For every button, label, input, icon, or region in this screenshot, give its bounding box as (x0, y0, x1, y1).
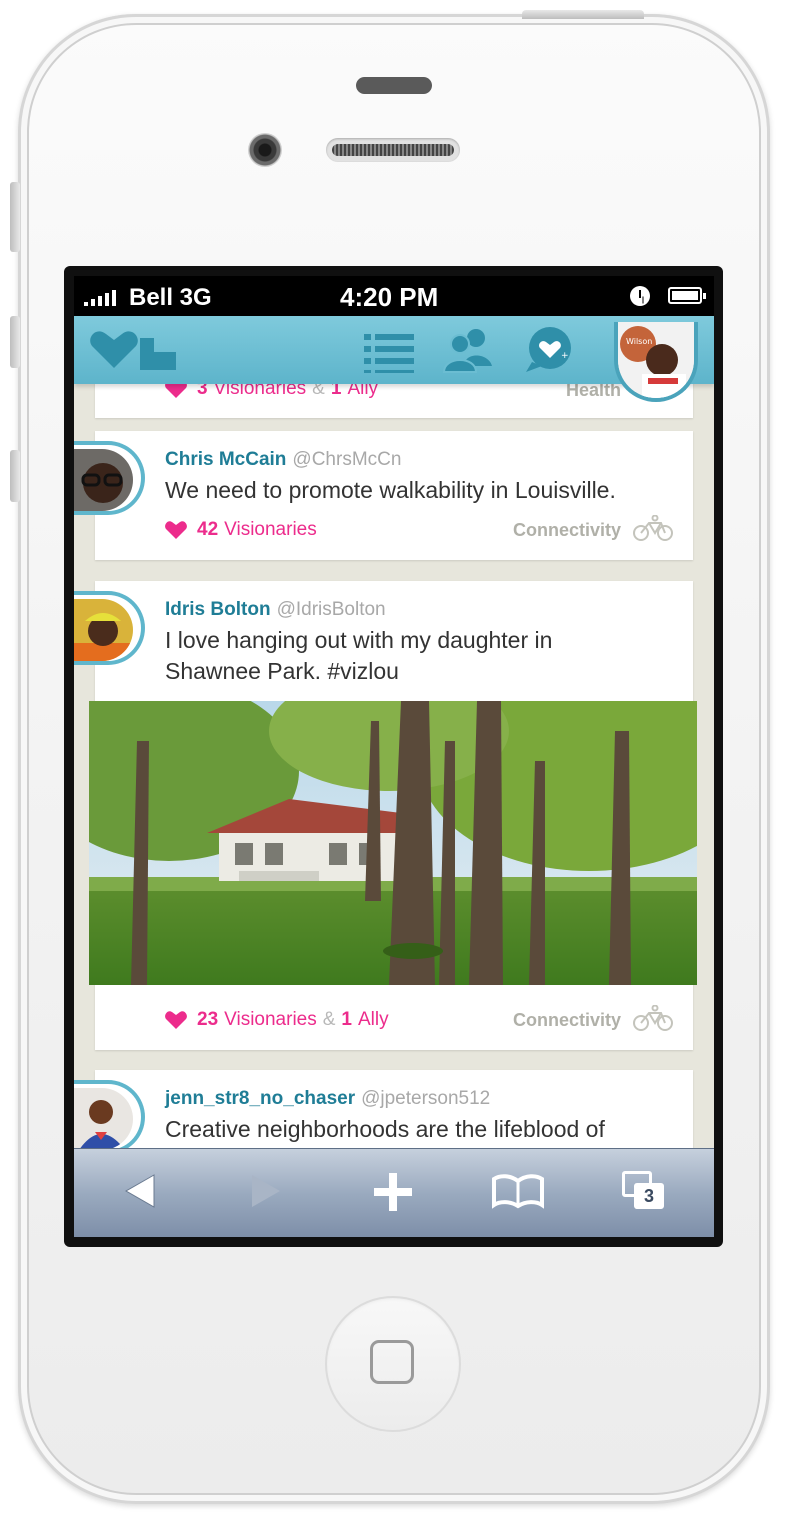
post-text: We need to promote walkability in Louisv… (165, 477, 616, 503)
forward-icon[interactable] (250, 1173, 282, 1209)
author-handle[interactable]: @jpeterson512 (361, 1088, 490, 1109)
author-handle[interactable]: @ChrsMcCn (292, 449, 401, 470)
volume-down-button (10, 450, 20, 502)
signal-strength-icon (84, 290, 116, 306)
avatar[interactable] (74, 441, 145, 515)
sensor-slot (356, 77, 432, 94)
tabs-count: 3 (634, 1183, 664, 1209)
allies-count: 1 (330, 384, 342, 399)
visionaries-label[interactable]: Visionaries (214, 384, 307, 400)
post-card[interactable]: Chris McCain @ChrsMcCn We need to promote… (74, 431, 693, 560)
visionaries-count: 42 (197, 519, 219, 540)
screen: Bell 3G 4:20 PM + Wilson 3 Visionaries &… (74, 276, 714, 1237)
app-logo-icon[interactable] (88, 328, 180, 372)
post-author: Chris McCain @ChrsMcCn (165, 449, 401, 471)
home-square-icon (370, 1340, 414, 1384)
allies-count: 1 (341, 1009, 352, 1030)
park-pavilion-photo-icon (89, 701, 697, 985)
speech-heart-icon[interactable]: + (522, 326, 578, 374)
post-card[interactable]: Idris Bolton @IdrisBolton I love hanging … (74, 581, 697, 1050)
carrier-label: Bell 3G (129, 284, 212, 311)
svg-text:Wilson: Wilson (626, 337, 652, 346)
author-name[interactable]: Chris McCain (165, 449, 286, 470)
app-header: + Wilson (74, 316, 714, 402)
post-text: Creative neighborhoods are the lifeblood… (165, 1116, 605, 1142)
alarm-clock-icon (630, 286, 650, 306)
allies-label[interactable]: Ally (358, 1009, 389, 1031)
author-handle[interactable]: @IdrisBolton (277, 599, 386, 620)
bicycle-icon (633, 1005, 673, 1031)
author-name[interactable]: jenn_str8_no_chaser (165, 1088, 355, 1109)
avatar[interactable] (74, 1080, 145, 1148)
visionaries-label[interactable]: Visionaries (224, 1009, 317, 1031)
add-icon[interactable] (374, 1173, 412, 1211)
visionaries-count: 23 (197, 1009, 219, 1030)
post-category[interactable]: Connectivity (513, 1010, 621, 1031)
tabs-button[interactable]: 3 (622, 1169, 668, 1213)
avatar-photo-icon (74, 1088, 133, 1148)
browser-toolbar: 3 (74, 1148, 714, 1237)
ampersand: & (312, 384, 325, 399)
post-endorsements: 23 Visionaries & 1 Ally (165, 1009, 389, 1031)
status-time: 4:20 PM (340, 282, 439, 312)
post-feed[interactable]: 3 Visionaries & 1 Ally Health Chris McCa… (74, 384, 714, 1148)
front-camera (248, 133, 282, 167)
power-button (522, 10, 644, 19)
heart-icon[interactable] (165, 521, 187, 539)
post-author: jenn_str8_no_chaser @jpeterson512 (165, 1088, 490, 1110)
post-photo[interactable] (89, 701, 697, 985)
list-icon[interactable] (362, 326, 416, 374)
post-category[interactable]: Connectivity (513, 520, 621, 541)
allies-label[interactable]: Ally (347, 384, 378, 400)
visionaries-count: 3 (197, 384, 208, 399)
avatar[interactable] (74, 591, 145, 665)
visionaries-label[interactable]: Visionaries (224, 519, 317, 541)
mute-switch (10, 182, 20, 252)
post-card[interactable]: jenn_str8_no_chaser @jpeterson512 Creativ… (74, 1070, 693, 1148)
post-endorsements: 42 Visionaries (165, 519, 317, 541)
bookmarks-icon[interactable] (492, 1173, 544, 1209)
avatar-photo-icon (74, 449, 133, 511)
author-name[interactable]: Idris Bolton (165, 599, 271, 620)
earpiece-speaker (326, 138, 460, 162)
profile-avatar[interactable]: Wilson (614, 322, 698, 402)
battery-icon (668, 287, 706, 304)
back-icon[interactable] (124, 1173, 156, 1209)
ampersand: & (322, 1009, 336, 1030)
heart-icon[interactable] (165, 384, 187, 398)
avatar-photo-icon (74, 599, 133, 661)
post-text: I love hanging out with my daughter in S… (165, 627, 553, 684)
people-icon[interactable] (442, 326, 496, 374)
svg-text:+: + (561, 351, 569, 361)
post-category[interactable]: Health (566, 384, 621, 401)
post-endorsements: 3 Visionaries & 1 Ally (165, 384, 378, 400)
post-card-partial[interactable]: 3 Visionaries & 1 Ally Health (95, 384, 693, 418)
volume-up-button (10, 316, 20, 368)
heart-icon[interactable] (165, 1011, 187, 1029)
bicycle-icon (633, 515, 673, 541)
post-author: Idris Bolton @IdrisBolton (165, 599, 386, 621)
status-bar: Bell 3G 4:20 PM (74, 276, 714, 316)
